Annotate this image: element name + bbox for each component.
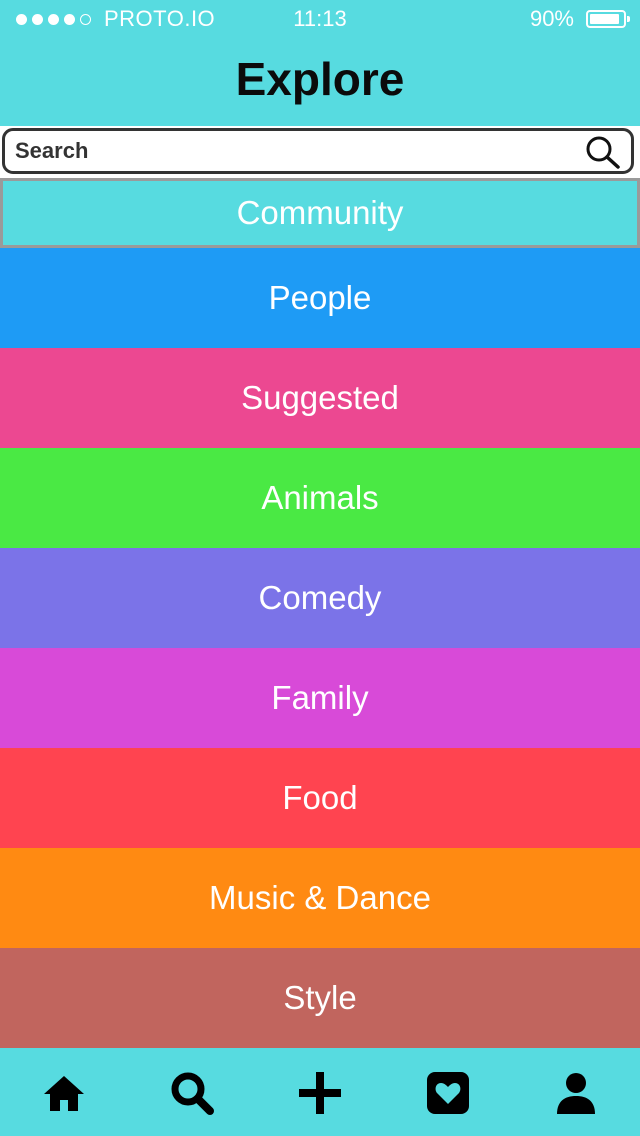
search-bar bbox=[0, 126, 640, 178]
battery-percent: 90% bbox=[529, 6, 574, 31]
category-label: Music & Dance bbox=[209, 879, 431, 916]
status-bar: PROTO.IO 11:13 90% bbox=[0, 0, 640, 40]
category-label: Family bbox=[271, 679, 369, 716]
home-icon bbox=[44, 1076, 84, 1111]
category-comedy[interactable]: Comedy bbox=[0, 548, 640, 648]
page-title: Explore bbox=[235, 53, 405, 105]
category-label: Community bbox=[236, 194, 404, 231]
category-label: Food bbox=[282, 779, 358, 816]
battery-tip bbox=[627, 16, 630, 22]
category-music-dance[interactable]: Music & Dance bbox=[0, 848, 640, 948]
category-food[interactable]: Food bbox=[0, 748, 640, 848]
tab-add[interactable] bbox=[256, 1050, 384, 1136]
category-label: Animals bbox=[261, 479, 379, 516]
category-suggested[interactable]: Suggested bbox=[0, 348, 640, 448]
tab-search[interactable] bbox=[128, 1050, 256, 1136]
status-right: 90% bbox=[529, 6, 630, 32]
search-icon[interactable] bbox=[585, 135, 621, 169]
tab-profile[interactable] bbox=[512, 1050, 640, 1136]
battery-fill bbox=[590, 14, 619, 24]
battery-icon bbox=[586, 10, 630, 28]
category-community[interactable]: Community bbox=[0, 178, 640, 248]
search-box[interactable] bbox=[2, 128, 634, 174]
search-icon bbox=[171, 1072, 214, 1115]
category-label: People bbox=[268, 279, 372, 316]
category-label: Suggested bbox=[241, 379, 399, 416]
person-icon bbox=[557, 1073, 595, 1114]
tab-home[interactable] bbox=[0, 1050, 128, 1136]
category-style[interactable]: Style bbox=[0, 948, 640, 1048]
heart-icon bbox=[427, 1072, 469, 1114]
category-animals[interactable]: Animals bbox=[0, 448, 640, 548]
category-label: Style bbox=[283, 979, 357, 1016]
tab-bar bbox=[0, 1050, 640, 1136]
category-label: Comedy bbox=[258, 579, 382, 616]
category-list: Community People Suggested Animals Comedy Fam… bbox=[0, 178, 640, 1048]
category-family[interactable]: Family bbox=[0, 648, 640, 748]
search-input[interactable] bbox=[15, 131, 575, 171]
tab-favorites[interactable] bbox=[384, 1050, 512, 1136]
category-people[interactable]: People bbox=[0, 248, 640, 348]
plus-icon bbox=[299, 1072, 341, 1114]
